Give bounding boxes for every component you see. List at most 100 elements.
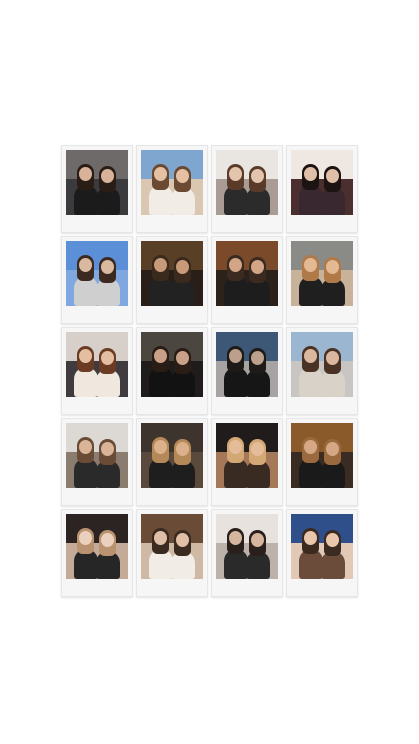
face-shape bbox=[176, 533, 189, 547]
polaroid-card bbox=[286, 327, 358, 415]
face-shape bbox=[154, 258, 167, 272]
photo-background bbox=[291, 150, 353, 180]
face-shape bbox=[326, 442, 339, 456]
photo-mirror-selfie bbox=[216, 150, 278, 215]
face-shape bbox=[101, 442, 114, 456]
photo-background bbox=[141, 514, 203, 544]
polaroid-card bbox=[211, 418, 283, 506]
photo-silly-faces bbox=[291, 514, 353, 579]
face-shape bbox=[101, 169, 114, 183]
face-shape bbox=[229, 349, 242, 363]
photo-background bbox=[141, 332, 203, 362]
photo-background bbox=[216, 332, 278, 362]
photo-background bbox=[141, 150, 203, 180]
face-shape bbox=[101, 533, 114, 547]
photo-background bbox=[216, 241, 278, 271]
face-shape bbox=[251, 351, 264, 365]
photo-background bbox=[291, 514, 353, 544]
photo-background bbox=[216, 514, 278, 544]
polaroid-card bbox=[61, 509, 133, 597]
photo-night-selfie bbox=[141, 332, 203, 397]
photo-background bbox=[216, 150, 278, 180]
face-shape bbox=[326, 351, 339, 365]
face-shape bbox=[79, 258, 92, 272]
face-shape bbox=[101, 260, 114, 274]
photo-cheek-kiss bbox=[66, 332, 128, 397]
polaroid-card bbox=[136, 418, 208, 506]
polaroid-card bbox=[211, 145, 283, 233]
face-shape bbox=[101, 351, 114, 365]
photo-bathroom-mirror bbox=[66, 423, 128, 488]
photo-background bbox=[66, 241, 128, 271]
photo-background bbox=[291, 241, 353, 271]
photo-close-up bbox=[66, 514, 128, 579]
face-shape bbox=[176, 260, 189, 274]
photo-restaurant bbox=[216, 241, 278, 306]
face-shape bbox=[304, 167, 317, 181]
face-shape bbox=[79, 531, 92, 545]
face-shape bbox=[79, 167, 92, 181]
face-shape bbox=[176, 351, 189, 365]
photo-background bbox=[66, 423, 128, 453]
photo-ocean-view bbox=[291, 332, 353, 397]
face-shape bbox=[251, 169, 264, 183]
polaroid-card bbox=[136, 145, 208, 233]
polaroid-card bbox=[211, 327, 283, 415]
polaroid-card bbox=[61, 145, 133, 233]
photo-background bbox=[141, 241, 203, 271]
polaroid-card bbox=[61, 327, 133, 415]
face-shape bbox=[326, 169, 339, 183]
polaroid-card bbox=[286, 236, 358, 324]
face-shape bbox=[154, 349, 167, 363]
polaroid-card bbox=[136, 327, 208, 415]
face-shape bbox=[229, 531, 242, 545]
photo-background bbox=[66, 150, 128, 180]
photo-bar-lounge bbox=[291, 423, 353, 488]
photo-background bbox=[291, 423, 353, 453]
photo-background bbox=[216, 423, 278, 453]
photo-background bbox=[141, 423, 203, 453]
photo-city-balcony bbox=[66, 150, 128, 215]
face-shape bbox=[251, 442, 264, 456]
photo-blonde-drink bbox=[216, 423, 278, 488]
photo-sunglasses bbox=[291, 241, 353, 306]
face-shape bbox=[176, 169, 189, 183]
face-shape bbox=[79, 349, 92, 363]
face-shape bbox=[154, 531, 167, 545]
face-shape bbox=[79, 440, 92, 454]
polaroid-card bbox=[211, 236, 283, 324]
polaroid-card bbox=[61, 418, 133, 506]
face-shape bbox=[154, 167, 167, 181]
face-shape bbox=[304, 258, 317, 272]
polaroid-card bbox=[286, 418, 358, 506]
photo-background bbox=[66, 514, 128, 544]
photo-heart-hands bbox=[66, 241, 128, 306]
photo-background bbox=[66, 332, 128, 362]
face-shape bbox=[154, 440, 167, 454]
photo-hug-portrait bbox=[291, 150, 353, 215]
face-shape bbox=[229, 167, 242, 181]
polaroid-grid bbox=[61, 145, 358, 597]
face-shape bbox=[229, 258, 242, 272]
polaroid-card bbox=[136, 236, 208, 324]
face-shape bbox=[251, 260, 264, 274]
face-shape bbox=[251, 533, 264, 547]
face-shape bbox=[229, 440, 242, 454]
polaroid-card bbox=[136, 509, 208, 597]
photo-background bbox=[291, 332, 353, 362]
photo-floor-mirror bbox=[216, 332, 278, 397]
face-shape bbox=[304, 531, 317, 545]
face-shape bbox=[304, 440, 317, 454]
face-shape bbox=[326, 533, 339, 547]
polaroid-card bbox=[211, 509, 283, 597]
photo-beach-sunset bbox=[141, 150, 203, 215]
photo-party-lights bbox=[141, 241, 203, 306]
polaroid-card bbox=[286, 145, 358, 233]
polaroid-card bbox=[286, 509, 358, 597]
face-shape bbox=[326, 260, 339, 274]
polaroid-card bbox=[61, 236, 133, 324]
photo-group-table bbox=[141, 514, 203, 579]
photo-heart-reflection bbox=[216, 514, 278, 579]
photo-dinner-duo bbox=[141, 423, 203, 488]
face-shape bbox=[176, 442, 189, 456]
